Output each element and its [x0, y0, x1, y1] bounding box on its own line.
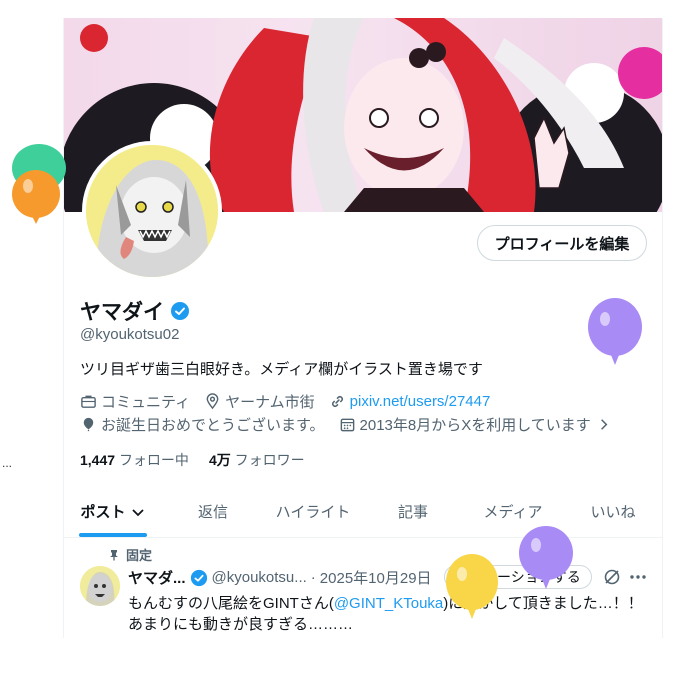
- tab-articles[interactable]: 記事: [363, 486, 463, 537]
- tab-media-label: メディア: [483, 504, 543, 521]
- grok-icon[interactable]: [602, 567, 622, 587]
- pinned-label: 固定: [108, 545, 152, 564]
- location-item: ヤーナム市街: [204, 391, 315, 412]
- tweet-text: もんむすの八尾絵をGINTさん(@GINT_KTouka)に動かして頂きました……: [128, 593, 648, 635]
- left-ellipsis: ...: [2, 456, 13, 470]
- tweet-text-line-2: あまりにも動きが良すぎる………: [128, 616, 354, 633]
- verified-badge-icon[interactable]: [170, 301, 190, 321]
- community-item[interactable]: コミュニティ: [80, 391, 190, 412]
- tab-articles-label: 記事: [397, 504, 428, 521]
- link-icon: [331, 396, 343, 407]
- tweet-text-before: もんむすの八尾絵をGINTさん(: [128, 595, 334, 612]
- joined-label: 2013年8月からXを利用しています: [359, 417, 591, 434]
- tweet-author-handle[interactable]: @kyoukotsu...: [212, 569, 307, 586]
- tweet-mention-link[interactable]: @GINT_KTouka: [334, 595, 443, 612]
- tab-replies-label: 返信: [197, 504, 228, 521]
- tab-posts-label: ポスト: [80, 504, 126, 521]
- profile-meta-row: コミュニティ ヤーナム市街 pixiv.net/users/27447: [80, 391, 490, 412]
- follow-stats: 1,447 フォロー中 4万 フォロワー: [80, 450, 305, 470]
- display-name-row: ヤマダイ: [80, 296, 190, 326]
- balloon-icon: [519, 526, 573, 589]
- tab-highlights-label: ハイライト: [275, 504, 351, 521]
- tab-replies[interactable]: 返信: [163, 486, 263, 537]
- balloon-icon: [83, 417, 94, 432]
- following-count: 1,447: [80, 452, 116, 468]
- tab-likes-label: いいね: [590, 504, 636, 521]
- tweet-author-name[interactable]: ヤマダ...: [128, 567, 186, 588]
- followers-count: 4万: [208, 452, 231, 468]
- following-stat[interactable]: 1,447 フォロー中: [80, 450, 189, 470]
- tweet-avatar-illustration: [80, 566, 120, 606]
- calendar-icon: [340, 418, 354, 432]
- tab-likes[interactable]: いいね: [563, 486, 663, 537]
- avatar-illustration: [86, 145, 218, 277]
- community-label: コミュニティ: [101, 394, 191, 411]
- verified-badge-icon: [190, 569, 207, 586]
- balloon-icon: [446, 554, 498, 619]
- website-item[interactable]: pixiv.net/users/27447: [329, 393, 491, 410]
- tweet-header: ヤマダ... @kyoukotsu... · 2025年10月29日: [128, 567, 432, 588]
- balloon-icon: [12, 144, 66, 224]
- birthday-label: お誕生日おめでとうございます。: [101, 417, 325, 434]
- followers-label: フォロワー: [234, 452, 305, 468]
- following-label: フォロー中: [118, 452, 189, 468]
- joined-item[interactable]: 2013年8月からXを利用しています: [339, 414, 612, 435]
- tweet-date[interactable]: 2025年10月29日: [320, 567, 432, 588]
- pinned-text: 固定: [126, 548, 153, 563]
- balloon-icon: [588, 298, 642, 365]
- more-dots-icon[interactable]: [628, 567, 648, 587]
- profile-handle: @kyoukotsu02: [80, 326, 180, 343]
- profile-avatar[interactable]: [82, 141, 222, 281]
- tab-highlights[interactable]: ハイライト: [263, 486, 363, 537]
- tweet-avatar[interactable]: [80, 566, 120, 606]
- website-link[interactable]: pixiv.net/users/27447: [350, 393, 491, 410]
- location-pin-icon: [206, 393, 219, 410]
- tweet-separator: ·: [310, 569, 316, 586]
- chevron-right-icon: [600, 419, 608, 430]
- chevron-down-icon: [131, 508, 144, 516]
- pin-icon: [110, 549, 118, 560]
- edit-profile-button[interactable]: プロフィールを編集: [477, 225, 647, 261]
- profile-bio: ツリ目ギザ歯三白眼好き。メディア欄がイラスト置き場です: [80, 361, 483, 378]
- profile-meta-row-2: お誕生日おめでとうございます。 2013年8月からXを利用しています: [80, 414, 612, 435]
- tab-posts[interactable]: ポスト: [63, 486, 163, 537]
- tab-active-indicator: [79, 533, 147, 537]
- location-label: ヤーナム市街: [225, 394, 315, 411]
- display-name: ヤマダイ: [80, 301, 164, 324]
- briefcase-icon: [81, 395, 96, 408]
- tweet-text-line-1: もんむすの八尾絵をGINTさん(@GINT_KTouka)に動かして頂きました……: [128, 593, 648, 614]
- followers-stat[interactable]: 4万 フォロワー: [209, 450, 305, 470]
- birthday-item: お誕生日おめでとうございます。: [80, 414, 325, 435]
